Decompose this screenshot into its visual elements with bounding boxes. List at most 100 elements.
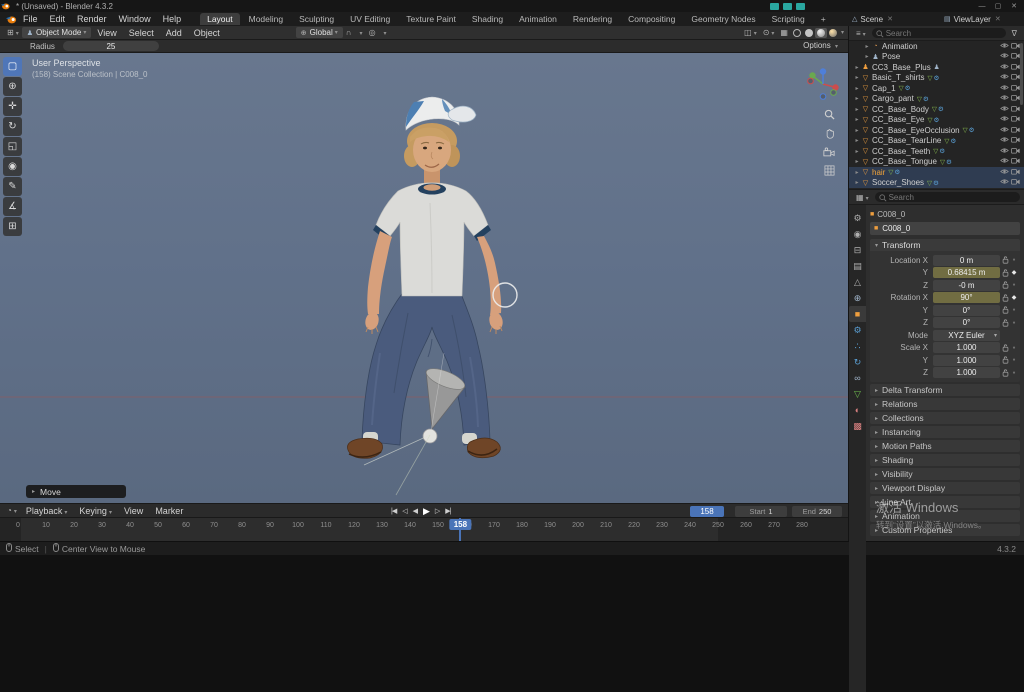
workspace-tab-sculpting[interactable]: Sculpting: [292, 13, 341, 25]
expand-icon[interactable]: ▸: [853, 158, 861, 165]
editor-type-icon[interactable]: ⊞ ▾: [4, 28, 22, 37]
section-instancing[interactable]: ▸ Instancing: [870, 426, 1020, 438]
lock-icon[interactable]: [1002, 269, 1009, 277]
mode-dropdown[interactable]: XYZ Euler ▾: [933, 329, 1000, 341]
tool-scale[interactable]: ◱: [3, 137, 22, 156]
expand-icon[interactable]: ▸: [853, 106, 861, 113]
lock-icon[interactable]: [1002, 306, 1009, 314]
viewport-3d[interactable]: ▢ ⊕ ✛ ↻ ◱ ◉ ✎ ∡ ⊞ User Perspective (158) Scene C…: [0, 53, 848, 503]
menu-help[interactable]: Help: [157, 14, 188, 24]
expand-icon[interactable]: ▸: [863, 43, 871, 50]
keyframe-decorator[interactable]: ◆: [1010, 269, 1018, 276]
properties-search[interactable]: [874, 192, 1020, 203]
section-visibility[interactable]: ▸ Visibility: [870, 468, 1020, 480]
menu-window[interactable]: Window: [113, 14, 157, 24]
navigation-gizmo[interactable]: [806, 67, 840, 101]
properties-tab-scene[interactable]: △: [849, 274, 866, 290]
properties-tab-material[interactable]: ◐: [849, 402, 866, 418]
properties-tab-world[interactable]: ⊕: [849, 290, 866, 306]
section-line-art[interactable]: ▸ Line Art: [870, 496, 1020, 508]
visibility-eye-icon[interactable]: [1000, 63, 1009, 70]
blender-app-icon[interactable]: [5, 15, 17, 24]
tool-annotate[interactable]: ✎: [3, 177, 22, 196]
render-camera-icon[interactable]: [1011, 105, 1020, 112]
outliner-row[interactable]: ▸ ▽ CC_Base_Body ▽ ⚙: [849, 104, 1024, 115]
menu-file[interactable]: File: [17, 14, 44, 24]
current-frame-field[interactable]: 158: [690, 505, 724, 517]
viewport-menu-view[interactable]: View: [91, 28, 122, 38]
workspace-tab-shading[interactable]: Shading: [465, 13, 510, 25]
keyframe-decorator[interactable]: ●: [1010, 320, 1018, 326]
zoom-icon[interactable]: [824, 109, 835, 120]
workspace-tab-modeling[interactable]: Modeling: [242, 13, 291, 25]
outliner-search-input[interactable]: [871, 28, 1006, 39]
add-workspace-button[interactable]: +: [814, 13, 833, 25]
gizmo-x-neg[interactable]: [807, 77, 814, 85]
properties-tab-object[interactable]: ■: [849, 306, 866, 322]
operator-panel-move[interactable]: ▸ Move: [26, 485, 126, 498]
camera-view-icon[interactable]: [823, 147, 835, 157]
expand-icon[interactable]: ▸: [853, 85, 861, 92]
render-camera-icon[interactable]: [1011, 157, 1020, 164]
outliner-row[interactable]: ▸ ▽ CC_Base_Teeth ▽ ⚙: [849, 146, 1024, 157]
section-viewport-display[interactable]: ▸ Viewport Display: [870, 482, 1020, 494]
properties-tab-texture[interactable]: ▩: [849, 418, 866, 434]
number-field[interactable]: 0 m: [933, 254, 1000, 266]
section-delta-transform[interactable]: ▸ Delta Transform: [870, 384, 1020, 396]
toggle-xray-icon[interactable]: ▦: [777, 28, 791, 37]
outliner-row[interactable]: ▸ ▽ Cargo_pant ▽ ⚙: [849, 94, 1024, 105]
workspace-tab-uv-editing[interactable]: UV Editing: [343, 13, 397, 25]
visibility-eye-icon[interactable]: [1000, 52, 1009, 59]
section-relations[interactable]: ▸ Relations: [870, 398, 1020, 410]
outliner-display-mode-icon[interactable]: ≡ ▾: [853, 29, 869, 38]
visibility-eye-icon[interactable]: [1000, 94, 1009, 101]
timeline-menu-keying[interactable]: Keying ▾: [73, 506, 118, 516]
toggle-ortho-grid-icon[interactable]: [824, 165, 835, 176]
expand-icon[interactable]: ▸: [853, 179, 861, 186]
section-collections[interactable]: ▸ Collections: [870, 412, 1020, 424]
frame-start-field[interactable]: Start 1: [735, 505, 787, 517]
workspace-tab-geometry-nodes[interactable]: Geometry Nodes: [684, 13, 762, 25]
next-keyframe-button[interactable]: ▷: [432, 507, 442, 515]
lock-icon[interactable]: [1002, 281, 1009, 289]
properties-tab-tool[interactable]: ⚙: [849, 210, 866, 226]
properties-tab-physics[interactable]: ↻: [849, 354, 866, 370]
outliner-row[interactable]: ▸ ♟ Pose: [849, 52, 1024, 63]
lock-icon[interactable]: [1002, 369, 1009, 377]
viewport-menu-select[interactable]: Select: [123, 28, 160, 38]
outliner-row[interactable]: ▸ ♟ CC3_Base_Plus ♟: [849, 62, 1024, 73]
gizmo-z-axis[interactable]: [819, 68, 827, 75]
number-field[interactable]: -0 m: [933, 279, 1000, 291]
show-gizmo-icon[interactable]: ◫ ▾: [741, 28, 760, 37]
outliner-row[interactable]: ▸ ▽ hair ▽ ⚙: [849, 167, 1024, 178]
outliner-search[interactable]: [871, 28, 1006, 39]
viewport-3d-scene[interactable]: [0, 53, 848, 503]
maximize-button[interactable]: ▢: [990, 2, 1006, 10]
menu-render[interactable]: Render: [71, 14, 113, 24]
visibility-eye-icon[interactable]: [1000, 84, 1009, 91]
visibility-eye-icon[interactable]: [1000, 105, 1009, 112]
number-field[interactable]: 1.000: [933, 367, 1000, 379]
object-name-field[interactable]: ■ C008_0: [870, 222, 1020, 235]
tool-rotate[interactable]: ↻: [3, 117, 22, 136]
outliner-row[interactable]: ▸ ▽ Soccer_Shoes ▽ ⚙: [849, 177, 1024, 188]
render-camera-icon[interactable]: [1011, 84, 1020, 91]
visibility-eye-icon[interactable]: [1000, 126, 1009, 133]
lock-icon[interactable]: [1002, 294, 1009, 302]
shading-wireframe-icon[interactable]: [791, 28, 803, 38]
unlink-scene-icon[interactable]: ✕: [887, 15, 893, 23]
expand-icon[interactable]: ▸: [853, 74, 861, 81]
number-field[interactable]: 90°: [933, 292, 1000, 304]
number-field[interactable]: 1.000: [933, 342, 1000, 354]
expand-icon[interactable]: ▸: [853, 116, 861, 123]
keyframe-decorator[interactable]: ●: [1010, 257, 1018, 263]
viewport-menu-add[interactable]: Add: [160, 28, 188, 38]
outliner-row[interactable]: ▸ ▽ CC_Base_Eye ▽ ⚙: [849, 115, 1024, 126]
visibility-eye-icon[interactable]: [1000, 136, 1009, 143]
snap-magnet-icon[interactable]: ∩: [343, 28, 355, 37]
workspace-tab-animation[interactable]: Animation: [512, 13, 564, 25]
number-field[interactable]: 0°: [933, 304, 1000, 316]
workspace-tab-texture-paint[interactable]: Texture Paint: [399, 13, 463, 25]
lock-icon[interactable]: [1002, 356, 1009, 364]
jump-to-end-button[interactable]: ▶|: [442, 507, 453, 515]
